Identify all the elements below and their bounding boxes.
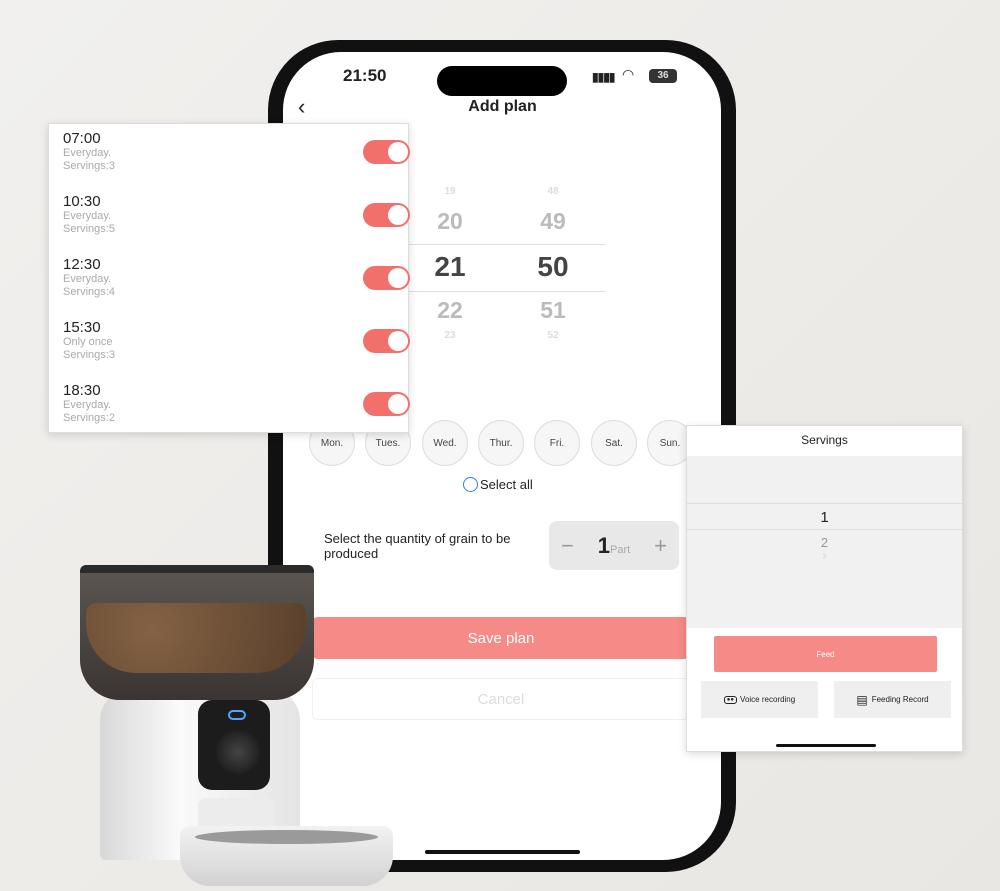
schedule-time: 15:30 [63,319,101,336]
page-title: Add plan [468,98,537,115]
schedule-time: 12:30 [63,256,101,273]
schedule-repeat: Everyday. [63,210,112,222]
schedule-item[interactable]: 18:30 Everyday. Servings:2 [63,382,410,445]
document-icon: ▤ [856,692,868,707]
servings-panel: Servings 1 2 3 Feed ●● Voice recording ▤ F… [686,425,963,752]
voice-recording-button[interactable]: ●● Voice recording [701,681,818,718]
status-light-icon [228,710,246,720]
minute-selected[interactable]: 50 [523,244,583,290]
day-sat[interactable]: Sat. [591,420,637,466]
hour-option[interactable]: 20 [420,198,480,244]
schedule-toggle[interactable] [363,140,410,164]
schedule-time: 10:30 [63,193,101,210]
schedule-servings: Servings:2 [63,412,115,424]
schedule-servings: Servings:3 [63,349,115,361]
schedule-repeat: Everyday. [63,147,112,159]
servings-picker[interactable]: 1 2 3 [687,456,962,628]
schedule-servings: Servings:5 [63,223,115,235]
minute-option[interactable]: 48 [523,186,583,198]
feed-button[interactable]: Feed [714,636,937,672]
status-time: 21:50 [343,66,387,85]
voice-label: Voice recording [740,695,796,704]
schedule-repeat: Only once [63,336,113,348]
food-hopper [80,565,314,700]
minute-option[interactable]: 51 [523,290,583,330]
minus-button[interactable]: − [561,533,574,559]
hour-option[interactable]: 22 [420,290,480,330]
schedule-repeat: Everyday. [63,399,112,411]
servings-title: Servings [801,433,848,447]
food-bowl [180,826,393,886]
schedule-servings: Servings:4 [63,286,115,298]
back-button[interactable]: ‹ [298,94,305,120]
plus-button[interactable]: + [654,533,667,559]
servings-option[interactable]: 2 [687,535,962,550]
schedule-toggle[interactable] [363,203,410,227]
camera-icon [216,730,260,774]
quantity-value: 1 [597,532,611,558]
signal-icon: ▮▮▮▮ [592,70,615,84]
schedule-toggle[interactable] [363,266,410,290]
schedule-repeat: Everyday. [63,273,112,285]
schedule-item[interactable]: 15:30 Only once Servings:3 [63,319,410,382]
day-wed[interactable]: Wed. [422,420,468,466]
recorder-icon: ●● [723,695,738,704]
bowl-rim [195,830,378,844]
feeding-record-button[interactable]: ▤ Feeding Record [834,681,951,718]
quantity-unit: Part [610,543,631,556]
home-indicator [425,850,580,854]
hour-picker[interactable]: 19 20 21 22 23 [420,186,480,341]
minute-option[interactable]: 52 [523,330,583,341]
hour-option[interactable]: 23 [420,330,480,341]
servings-selected[interactable]: 1 [687,503,962,530]
camera-panel [198,700,270,790]
schedule-servings: Servings:3 [63,160,115,172]
select-all[interactable]: Select all [463,477,533,492]
schedule-time: 18:30 [63,382,101,399]
day-thu[interactable]: Thur. [478,420,524,466]
minute-option[interactable]: 49 [523,198,583,244]
schedule-item[interactable]: 10:30 Everyday. Servings:5 [63,193,410,256]
quantity-stepper[interactable]: − 1Part + [549,521,679,570]
home-indicator [776,744,876,747]
wifi-icon: ◠ [622,66,635,82]
day-fri[interactable]: Fri. [534,420,580,466]
minute-picker[interactable]: 48 49 50 51 52 [523,186,583,341]
schedule-list: 07:00 Everyday. Servings:3 10:30 Everyday. S… [48,123,410,433]
schedule-item[interactable]: 12:30 Everyday. Servings:4 [63,256,410,319]
hour-option[interactable]: 19 [420,186,480,198]
save-plan-button[interactable]: Save plan [312,617,690,659]
food-outlet [198,798,273,828]
schedule-toggle[interactable] [363,329,410,353]
battery-icon: 36 [649,69,677,83]
quantity-label: Select the quantity of grain to be produ… [324,531,511,561]
kibble [86,603,306,673]
select-all-label: Select all [480,477,533,492]
cancel-button[interactable]: Cancel [312,678,690,720]
dynamic-island [437,66,567,96]
schedule-toggle[interactable] [363,392,410,416]
radio-icon[interactable] [463,477,478,492]
record-label: Feeding Record [871,695,929,704]
hour-selected[interactable]: 21 [420,244,480,290]
schedule-time: 07:00 [63,130,101,147]
servings-option[interactable]: 3 [687,554,962,560]
schedule-item[interactable]: 07:00 Everyday. Servings:3 [63,130,410,193]
